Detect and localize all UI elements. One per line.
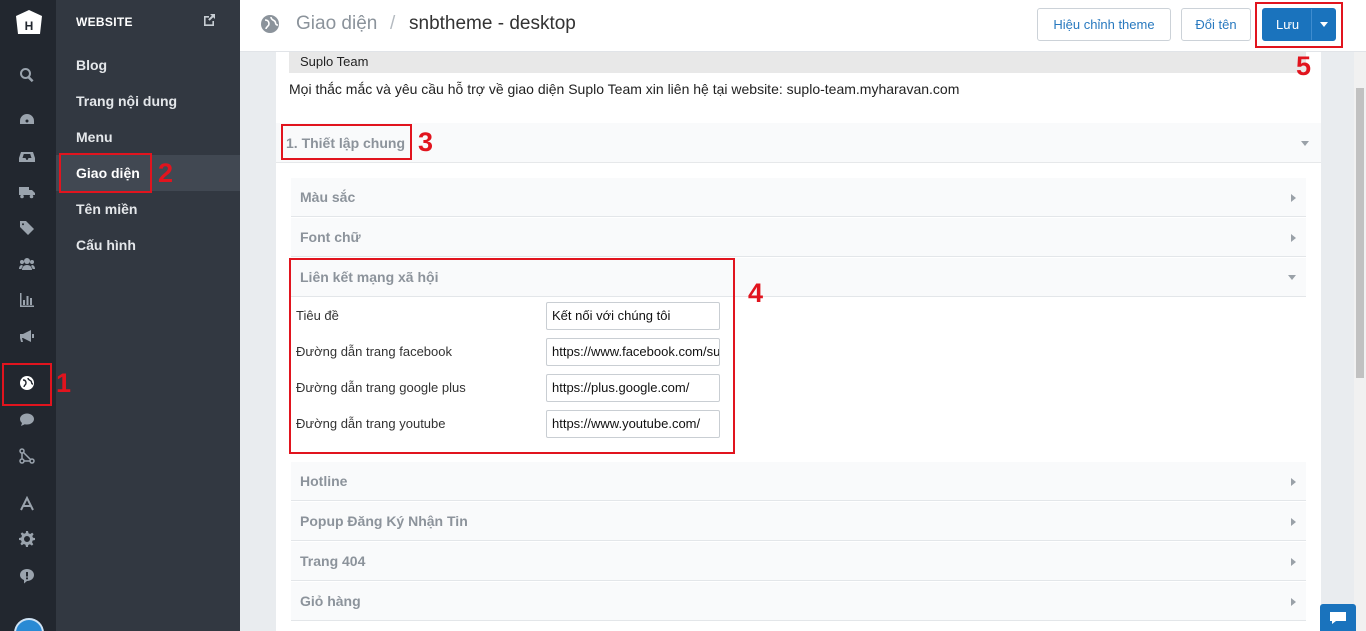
accordion-colors[interactable]: Màu sắc [291,178,1306,217]
megaphone-icon[interactable] [16,325,38,347]
caret-right-icon [1291,598,1296,606]
sidebar-item-settings[interactable]: Cấu hình [56,227,240,263]
shipping-icon[interactable] [16,493,38,515]
logo-icon[interactable]: H [12,6,46,40]
chat-bubble-icon [1330,611,1346,624]
caret-right-icon [1291,518,1296,526]
annotation-box-5 [1255,2,1343,48]
annotation-box-3 [281,124,412,160]
accordion-label: Giỏ hàng [300,593,361,609]
breadcrumb-separator: / [390,13,396,34]
scrollbar[interactable] [1354,52,1366,631]
accordion-label: Màu sắc [300,189,356,205]
help-icon[interactable] [16,565,38,587]
accordion-label: Popup Đăng Ký Nhận Tin [300,513,468,529]
caret-right-icon [1291,478,1296,486]
annotation-number-4: 4 [748,278,764,308]
chat-widget-button[interactable] [1320,604,1356,631]
dashboard-icon[interactable] [16,109,38,131]
annotation-number-2: 2 [158,158,174,188]
annotation-box-4 [289,258,735,454]
sidebar-item-pages[interactable]: Trang nội dung [56,83,240,119]
scrollbar-thumb[interactable] [1356,88,1364,378]
truck-icon[interactable] [16,181,38,203]
sidebar-item-domains[interactable]: Tên miền [56,191,240,227]
chat-icon[interactable] [16,409,38,431]
globe-icon [261,15,279,33]
apps-icon[interactable] [16,445,38,467]
sidebar-item-blog[interactable]: Blog [56,47,240,83]
theme-author-banner: Suplo Team [289,52,1306,73]
accordion-hotline[interactable]: Hotline [291,462,1306,501]
users-icon[interactable] [16,253,38,275]
top-bar: Giao diện / snbtheme - desktop Hiệu chỉn… [240,0,1366,52]
gear-icon[interactable] [16,528,38,550]
annotation-number-3: 3 [418,127,434,157]
inbox-icon[interactable] [16,145,38,167]
annotation-box-2 [59,153,152,193]
accordion-label: Hotline [300,473,348,489]
breadcrumb[interactable]: Giao diện [296,13,377,35]
tag-icon[interactable] [16,217,38,239]
accordion-label: Font chữ [300,229,361,245]
chart-icon[interactable] [16,289,38,311]
annotation-box-1 [2,363,52,406]
annotation-number-1: 1 [56,368,72,398]
caret-right-icon [1291,234,1296,242]
annotation-number-5: 5 [1296,51,1312,81]
sidebar-item-menu[interactable]: Menu [56,119,240,155]
accordion-404-page[interactable]: Trang 404 [291,542,1306,581]
accordion-label: Trang 404 [300,553,366,569]
caret-down-icon [1288,275,1296,280]
edit-theme-button[interactable]: Hiệu chỉnh theme [1037,8,1171,41]
accordion-cart[interactable]: Giỏ hàng [291,582,1306,621]
submenu-title: WEBSITE [76,15,133,29]
rename-button[interactable]: Đổi tên [1181,8,1251,41]
icon-rail: H [0,0,56,631]
svg-text:H: H [25,19,34,33]
support-note: Mọi thắc mắc và yêu cầu hỗ trợ về giao d… [289,81,960,97]
page-title: snbtheme - desktop [409,13,576,34]
caret-right-icon [1291,558,1296,566]
avatar[interactable] [14,618,44,631]
website-submenu: WEBSITE Blog Trang nội dung Menu Giao di… [56,0,240,631]
search-icon[interactable] [16,64,38,86]
accordion-newsletter-popup[interactable]: Popup Đăng Ký Nhận Tin [291,502,1306,541]
external-link-icon[interactable] [202,13,216,27]
caret-down-icon [1301,141,1309,146]
caret-right-icon [1291,194,1296,202]
accordion-fonts[interactable]: Font chữ [291,218,1306,257]
